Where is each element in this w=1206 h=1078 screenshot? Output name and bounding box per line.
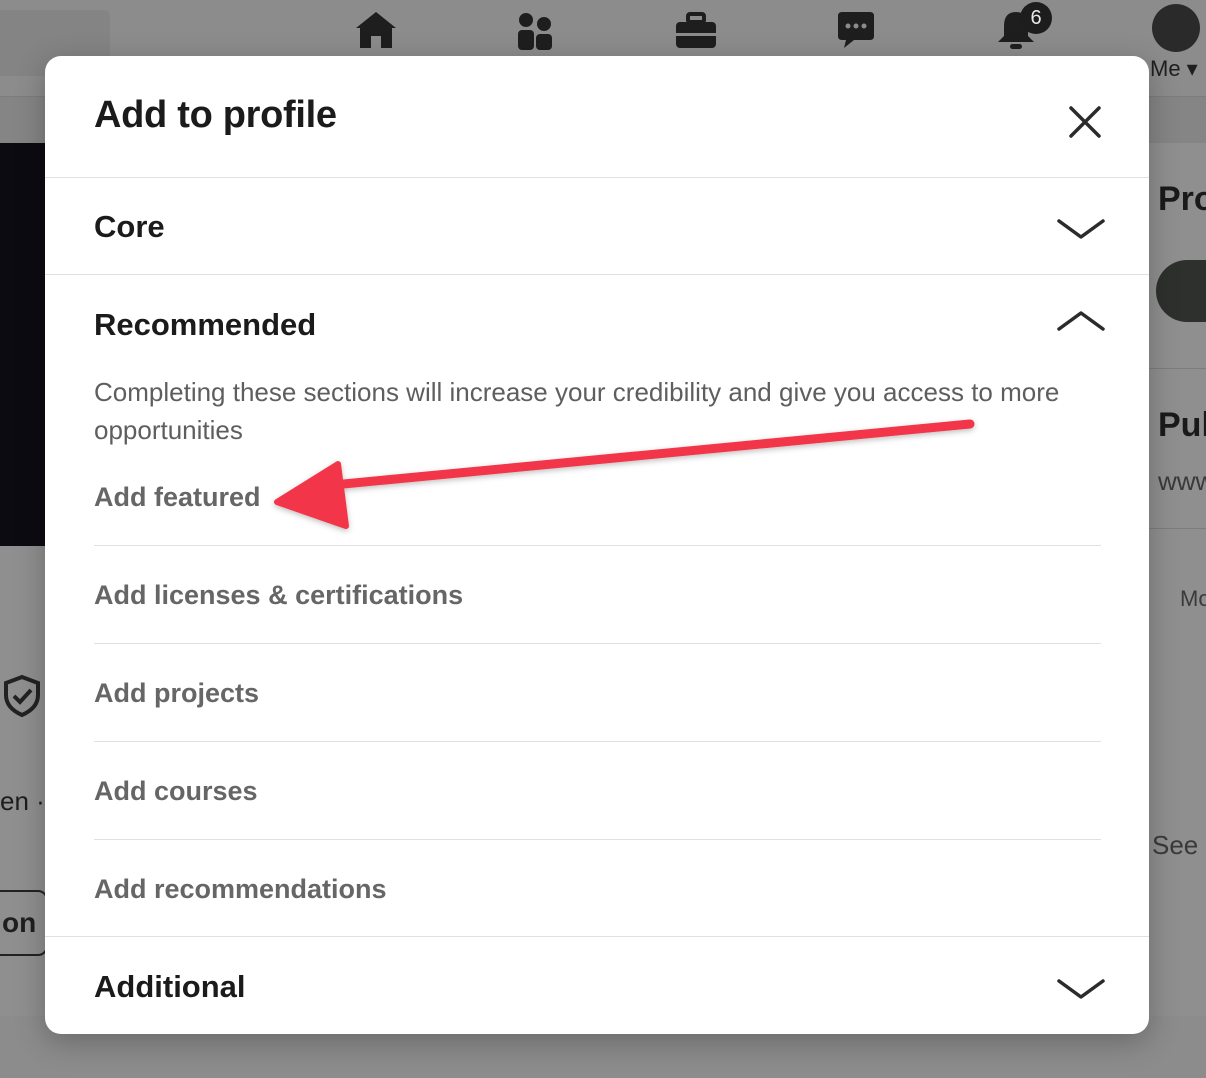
add-recommendations-label[interactable]: Add recommendations xyxy=(94,874,387,905)
messaging-icon[interactable] xyxy=(832,8,880,52)
me-menu[interactable]: Me ▾ xyxy=(1150,56,1198,82)
bg-right-title-1: Pro xyxy=(1158,180,1206,218)
home-icon[interactable] xyxy=(352,8,400,52)
bg-right-url: www xyxy=(1158,466,1206,496)
add-featured-label[interactable]: Add featured xyxy=(94,482,261,513)
my-network-icon[interactable] xyxy=(514,8,558,52)
section-recommended-title: Recommended xyxy=(94,307,317,342)
add-to-profile-modal: Add to profile Core Recommended Completi… xyxy=(45,56,1149,1034)
bg-left-button[interactable]: on xyxy=(0,890,48,956)
bg-left-button-label: on xyxy=(2,907,37,938)
divider xyxy=(1148,368,1206,369)
add-courses-item[interactable]: Add courses xyxy=(94,742,1101,840)
section-core[interactable]: Core xyxy=(45,177,1149,275)
section-additional[interactable]: Additional xyxy=(45,937,1149,1034)
section-core-title: Core xyxy=(94,209,165,244)
avatar[interactable] xyxy=(1152,4,1200,52)
bg-left-text: en · xyxy=(0,786,45,816)
me-label: Me xyxy=(1150,56,1181,81)
profile-banner xyxy=(0,143,46,546)
section-recommended[interactable]: Recommended xyxy=(45,275,1149,373)
jobs-icon[interactable] xyxy=(672,8,720,52)
bg-right-more: Mo xyxy=(1180,586,1206,611)
notification-badge: 6 xyxy=(1020,2,1052,34)
bg-right-title-2: Pul xyxy=(1158,406,1206,444)
modal-header: Add to profile xyxy=(45,56,1149,178)
add-recommendations-item[interactable]: Add recommendations xyxy=(94,840,1101,938)
close-icon[interactable] xyxy=(1061,98,1109,146)
shield-verified-icon xyxy=(3,674,40,718)
modal-title: Add to profile xyxy=(94,94,337,136)
add-projects-item[interactable]: Add projects xyxy=(94,644,1101,742)
add-featured-item[interactable]: Add featured xyxy=(94,448,1101,546)
add-courses-label[interactable]: Add courses xyxy=(94,776,258,807)
add-licenses-item[interactable]: Add licenses & certifications xyxy=(94,546,1101,644)
recommended-description: Completing these sections will increase … xyxy=(94,377,1060,445)
divider xyxy=(1148,528,1206,529)
chevron-down-icon[interactable] xyxy=(1051,213,1111,243)
add-licenses-label[interactable]: Add licenses & certifications xyxy=(94,580,463,611)
section-additional-title: Additional xyxy=(94,969,246,1004)
bg-right-see[interactable]: See xyxy=(1152,830,1198,861)
chevron-down-icon[interactable] xyxy=(1051,973,1111,1003)
add-projects-label[interactable]: Add projects xyxy=(94,678,259,709)
chevron-up-icon[interactable] xyxy=(1051,307,1111,337)
